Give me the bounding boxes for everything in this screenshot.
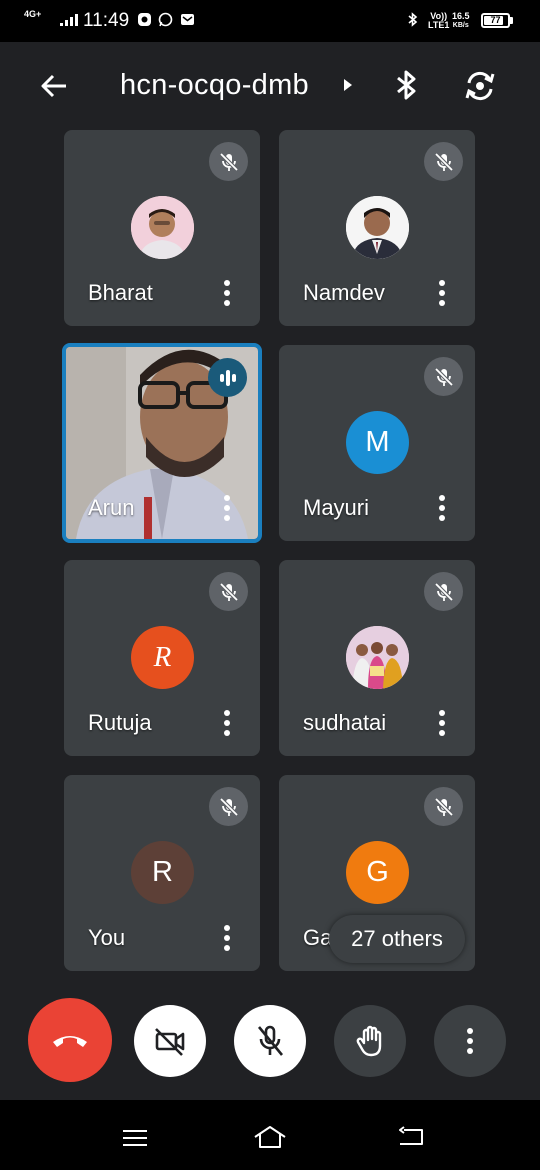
status-bar: 4G+ 11:49 Vo)) LTE1 16.5 KB/s 77 xyxy=(0,0,540,42)
speed-unit: KB/s xyxy=(452,22,469,29)
microphone-toggle-button[interactable] xyxy=(234,1005,306,1077)
avatar: R xyxy=(131,841,194,904)
avatar xyxy=(346,626,409,689)
avatar: R xyxy=(131,626,194,689)
more-options-button[interactable] xyxy=(431,493,453,523)
others-participants-button[interactable]: 27 others xyxy=(329,915,465,963)
system-navigation-bar xyxy=(0,1100,540,1170)
meeting-code[interactable]: hcn-ocqo-dmb xyxy=(120,68,309,102)
clock: 11:49 xyxy=(83,10,130,31)
mic-off-icon xyxy=(424,572,463,611)
participant-tile[interactable]: sudhatai xyxy=(279,560,475,756)
mic-off-icon xyxy=(209,572,248,611)
lte-label: LTE1 xyxy=(428,20,450,30)
avatar-initial: G xyxy=(366,856,389,888)
participant-name: Rutuja xyxy=(88,710,152,735)
more-vert-icon xyxy=(439,280,445,306)
network-speed: 16.5 KB/s xyxy=(452,12,470,30)
participant-tile[interactable]: R Rutuja xyxy=(64,560,260,756)
back-nav-icon[interactable] xyxy=(396,1126,426,1148)
participant-name: Namdev xyxy=(303,280,385,305)
avatar-initial: M xyxy=(365,426,390,458)
participant-tile-active-speaker[interactable]: Arun xyxy=(62,343,262,543)
participant-tile[interactable]: Namdev xyxy=(279,130,475,326)
more-options-button[interactable] xyxy=(216,278,238,308)
raise-hand-button[interactable] xyxy=(334,1005,406,1077)
bluetooth-status-icon xyxy=(408,12,418,27)
mic-off-icon xyxy=(209,787,248,826)
more-options-button[interactable] xyxy=(216,923,238,953)
recents-menu-icon[interactable] xyxy=(121,1128,149,1148)
participant-tile[interactable]: Bharat xyxy=(64,130,260,326)
avatar: M xyxy=(346,411,409,474)
participant-name: Bharat xyxy=(88,280,153,305)
switch-camera-icon xyxy=(465,71,495,101)
back-button[interactable] xyxy=(30,62,78,110)
arrow-back-icon xyxy=(41,74,66,98)
speed-value: 16.5 xyxy=(452,11,470,21)
participant-tile-self[interactable]: R You xyxy=(64,775,260,971)
participant-name: Mayuri xyxy=(303,495,370,520)
more-vert-icon xyxy=(467,1028,473,1054)
participant-tile[interactable]: M Mayuri xyxy=(279,345,475,541)
speaking-indicator-icon xyxy=(208,358,247,397)
app-notification-icon xyxy=(138,13,151,26)
hand-icon xyxy=(356,1025,382,1057)
avatar xyxy=(131,196,194,259)
more-options-button[interactable] xyxy=(434,1005,506,1077)
mic-off-icon xyxy=(424,787,463,826)
camera-off-icon xyxy=(155,1028,185,1056)
gmail-icon xyxy=(181,14,194,25)
avatar xyxy=(346,196,409,259)
home-icon[interactable] xyxy=(252,1124,288,1150)
more-options-button[interactable] xyxy=(431,708,453,738)
meeting-header: hcn-ocqo-dmb xyxy=(0,42,540,128)
avatar-initial: R xyxy=(153,641,172,673)
more-vert-icon xyxy=(224,495,230,521)
mic-off-icon xyxy=(424,142,463,181)
end-call-icon xyxy=(53,1036,87,1047)
mic-off-icon xyxy=(257,1025,284,1056)
participant-name: sudhatai xyxy=(303,710,387,735)
battery-level: 77 xyxy=(490,15,501,25)
more-vert-icon xyxy=(224,280,230,306)
mic-off-icon xyxy=(424,357,463,396)
mic-off-icon xyxy=(209,142,248,181)
switch-camera-button[interactable] xyxy=(456,62,504,110)
audio-output-button[interactable] xyxy=(384,62,430,108)
more-options-button[interactable] xyxy=(216,493,238,523)
avatar: G xyxy=(346,841,409,904)
end-call-button[interactable] xyxy=(28,998,112,1082)
battery-icon: 77 xyxy=(481,13,510,28)
more-vert-icon xyxy=(224,925,230,951)
participant-name: You xyxy=(88,925,126,950)
caret-right-icon[interactable] xyxy=(342,78,354,92)
more-options-button[interactable] xyxy=(431,278,453,308)
signal-icon xyxy=(60,14,78,26)
camera-toggle-button[interactable] xyxy=(134,1005,206,1077)
avatar-initial: R xyxy=(152,856,173,888)
network-type: 4G+ xyxy=(24,9,42,19)
volte-indicator: Vo)) LTE1 xyxy=(428,12,449,30)
whatsapp-icon xyxy=(158,12,173,27)
more-vert-icon xyxy=(224,710,230,736)
more-vert-icon xyxy=(439,495,445,521)
participant-name: Arun xyxy=(88,495,135,520)
bluetooth-icon xyxy=(397,70,416,100)
more-options-button[interactable] xyxy=(216,708,238,738)
more-vert-icon xyxy=(439,710,445,736)
